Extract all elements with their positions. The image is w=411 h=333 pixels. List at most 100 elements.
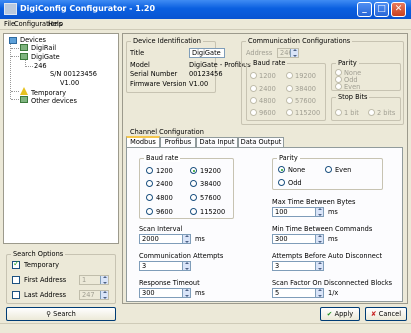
search-options-label: Search Options [11,250,66,258]
tree-item-devices[interactable]: Devices [20,36,46,44]
first-address-input[interactable]: 1 [79,275,109,285]
tree-item-version: V1.00 [60,79,80,87]
scan-factor-label: Scan Factor On Disconnected Blocks [272,279,393,287]
scan-interval-unit: ms [195,235,205,243]
comm-address-label: Address [246,49,273,57]
parity-even-label: Even [335,166,352,174]
comm-baud-115200[interactable]: 115200 [295,109,320,117]
baud-115200-radio[interactable] [190,208,197,215]
baud-9600-radio[interactable] [146,208,153,215]
baud-19200-radio[interactable] [190,167,197,174]
communication-config-label: Communication Configurations [246,37,353,45]
comm-baud-9600[interactable]: 9600 [259,109,276,117]
last-address-checkbox[interactable] [12,291,20,299]
devices-icon [9,37,17,44]
last-address-label: Last Address [24,291,67,299]
comm-attempts-label: Communication Attempts [139,252,224,260]
device-identification-label: Device Identification [131,37,203,45]
min-time-unit: ms [328,235,338,243]
tree-item-address[interactable]: 246 [34,62,47,70]
cancel-button-label: Cancel [378,310,402,318]
tree-item-temporary[interactable]: Temporary [31,89,66,97]
serial-value: 00123456 [189,70,223,78]
response-timeout-unit: ms [195,289,205,297]
baud-57600-radio[interactable] [190,194,197,201]
search-options-group: Search Options Temporary First Address 1… [6,250,116,304]
parity-odd-radio[interactable] [278,179,285,186]
scan-interval-input[interactable]: 2000 [139,234,191,244]
status-bar [0,323,411,333]
max-time-input[interactable]: 100 [272,207,324,217]
parity-none-label: None [288,166,306,174]
baud-9600-label: 9600 [156,208,173,216]
baud-4800-radio[interactable] [146,194,153,201]
comm-parity-even[interactable]: Even [344,83,360,91]
tab-data-output[interactable]: Data Output [238,137,284,147]
baud-4800-label: 4800 [156,194,173,202]
parity-even-radio[interactable] [325,166,332,173]
temporary-checkbox[interactable] [12,259,20,269]
apply-button[interactable]: ✔ Apply [320,307,360,321]
digigate-icon [20,53,28,60]
comm-parity-group: Parity None Odd Even [331,59,401,91]
x-icon: ✘ [370,310,379,318]
app-icon [4,3,17,15]
comm-stop-1bit[interactable]: 1 bit [344,109,359,117]
comm-attempts-input[interactable]: 3 [139,261,191,271]
baud-57600-label: 57600 [200,194,221,202]
scan-interval-label: Scan Interval [139,225,183,233]
tree-item-digirail[interactable]: DigiRail [31,44,56,52]
title-input[interactable]: DigiGate [189,48,225,58]
comm-baud-38400[interactable]: 38400 [295,85,316,93]
comm-baud-57600[interactable]: 57600 [295,97,316,105]
last-address-input[interactable]: 247 [79,290,109,300]
baud-1200-radio[interactable] [146,167,153,174]
attempts-disconnect-input[interactable]: 3 [272,261,324,271]
baud-38400-radio[interactable] [190,180,197,187]
cancel-button[interactable]: ✘ Cancel [365,307,407,321]
search-button[interactable]: ⚲ Search [6,307,116,321]
other-devices-icon [20,96,28,103]
min-time-input[interactable]: 300 [272,234,324,244]
comm-address-input[interactable]: 246 [277,48,299,58]
response-timeout-input[interactable]: 300 [139,288,191,298]
tree-item-serial: S/N 00123456 [50,70,97,78]
tab-profibus[interactable]: Profibus [160,137,196,147]
channel-config-label: Channel Configuration [130,128,204,136]
comm-stop-2bits[interactable]: 2 bits [377,109,395,117]
menu-help[interactable]: Help [48,20,63,28]
attempts-disconnect-label: Attempts Before Auto Disconnect [272,252,383,260]
communication-config-group: Communication Configurations Address 246… [241,37,404,125]
scan-factor-input[interactable]: 5 [272,288,324,298]
tree-item-other-devices[interactable]: Other devices [31,97,77,105]
close-button[interactable]: ✕ [391,2,406,17]
comm-baud-4800[interactable]: 4800 [259,97,276,105]
device-tree[interactable]: Devices DigiRail DigiGate 246 S/N 001234… [3,33,119,244]
channel-baud-group: Baud rate 1200 2400 4800 9600 19200 3840… [139,154,234,219]
first-address-label: First Address [24,276,67,284]
tab-data-input[interactable]: Data Input [196,137,238,147]
title-label: Title [130,49,145,57]
maximize-button[interactable]: □ [374,2,389,17]
baud-2400-radio[interactable] [146,180,153,187]
device-identification-group: Device Identification Title DigiGate Mod… [126,37,251,93]
response-timeout-label: Response Timeout [139,279,200,287]
comm-baud-19200[interactable]: 19200 [295,72,316,80]
parity-none-radio[interactable] [278,166,285,173]
menu-bar: File Configurations Help [0,19,411,30]
check-icon: ✔ [326,310,335,318]
first-address-checkbox[interactable] [12,276,20,284]
window-title: DigiConfig Configurator - 1.20 [20,4,156,13]
comm-baud-2400[interactable]: 2400 [259,85,276,93]
minimize-button[interactable]: _ [357,2,372,17]
channel-baud-label: Baud rate [144,154,181,162]
comm-baud-label: Baud rate [251,59,288,67]
tree-item-digigate[interactable]: DigiGate [31,53,60,61]
max-time-label: Max Time Between Bytes [272,198,356,206]
title-bar: DigiConfig Configurator - 1.20 _ □ ✕ [0,0,411,19]
temporary-label: Temporary [24,261,59,269]
comm-baud-1200[interactable]: 1200 [259,72,276,80]
channel-parity-group: Parity None Even Odd [272,154,383,190]
parity-odd-label: Odd [288,179,302,187]
model-label: Model [130,61,150,69]
